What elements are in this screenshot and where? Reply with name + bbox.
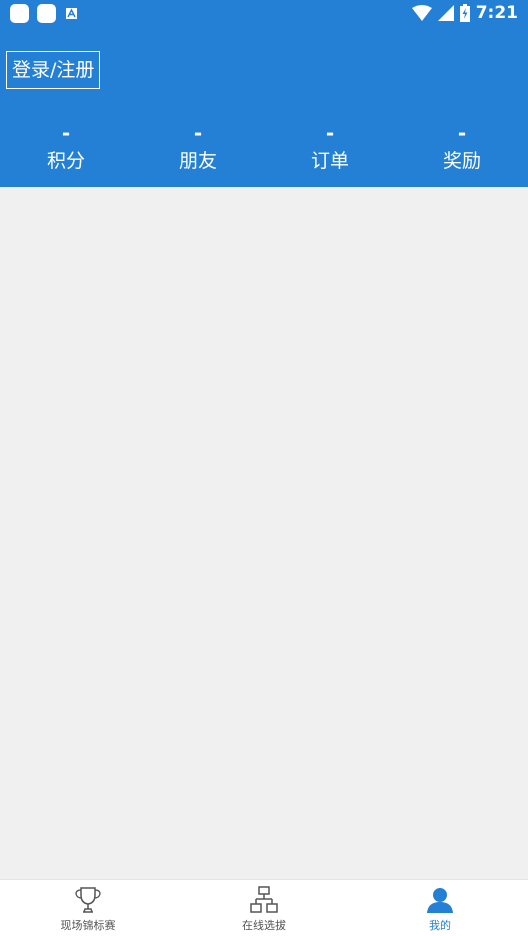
signal-icon <box>437 5 454 21</box>
stat-value: - <box>457 121 467 145</box>
wifi-icon <box>411 5 432 21</box>
bottom-tab-bar: 现场锦标赛 在线选拔 我的 <box>0 879 528 936</box>
font-a-icon <box>66 8 77 19</box>
stat-label: 订单 <box>310 150 349 172</box>
tab-live-championship[interactable]: 现场锦标赛 <box>0 880 176 936</box>
stat-label: 积分 <box>46 150 85 172</box>
tab-mine[interactable]: 我的 <box>352 880 528 936</box>
stat-friends[interactable]: - 朋友 <box>132 118 264 174</box>
status-bar: 7:21 <box>0 0 528 28</box>
app-icon <box>10 4 29 23</box>
tab-label: 在线选拔 <box>242 919 286 932</box>
stat-value: - <box>193 121 203 145</box>
hierarchy-icon <box>250 886 278 913</box>
person-icon <box>427 888 453 913</box>
app-icon <box>37 4 56 23</box>
stat-rewards[interactable]: - 奖励 <box>396 118 528 174</box>
notification-icons <box>10 4 77 23</box>
stat-value: - <box>325 121 335 145</box>
tab-label: 我的 <box>429 919 451 932</box>
profile-header: 7:21 登录/注册 - 积分 - 朋友 - 订单 - 奖励 <box>0 0 528 187</box>
stat-orders[interactable]: - 订单 <box>264 118 396 174</box>
tab-online-selection[interactable]: 在线选拔 <box>176 880 352 936</box>
trophy-icon <box>75 887 101 913</box>
system-icons: 7:21 <box>411 3 518 23</box>
tab-label: 现场锦标赛 <box>60 919 116 932</box>
login-register-button[interactable]: 登录/注册 <box>6 51 101 89</box>
battery-charging-icon <box>459 4 470 22</box>
stat-label: 朋友 <box>178 150 217 172</box>
clock: 7:21 <box>475 3 518 23</box>
stat-label: 奖励 <box>442 150 481 172</box>
stats-row: - 积分 - 朋友 - 订单 - 奖励 <box>0 118 528 174</box>
stat-points[interactable]: - 积分 <box>0 118 132 174</box>
stat-value: - <box>61 121 71 145</box>
